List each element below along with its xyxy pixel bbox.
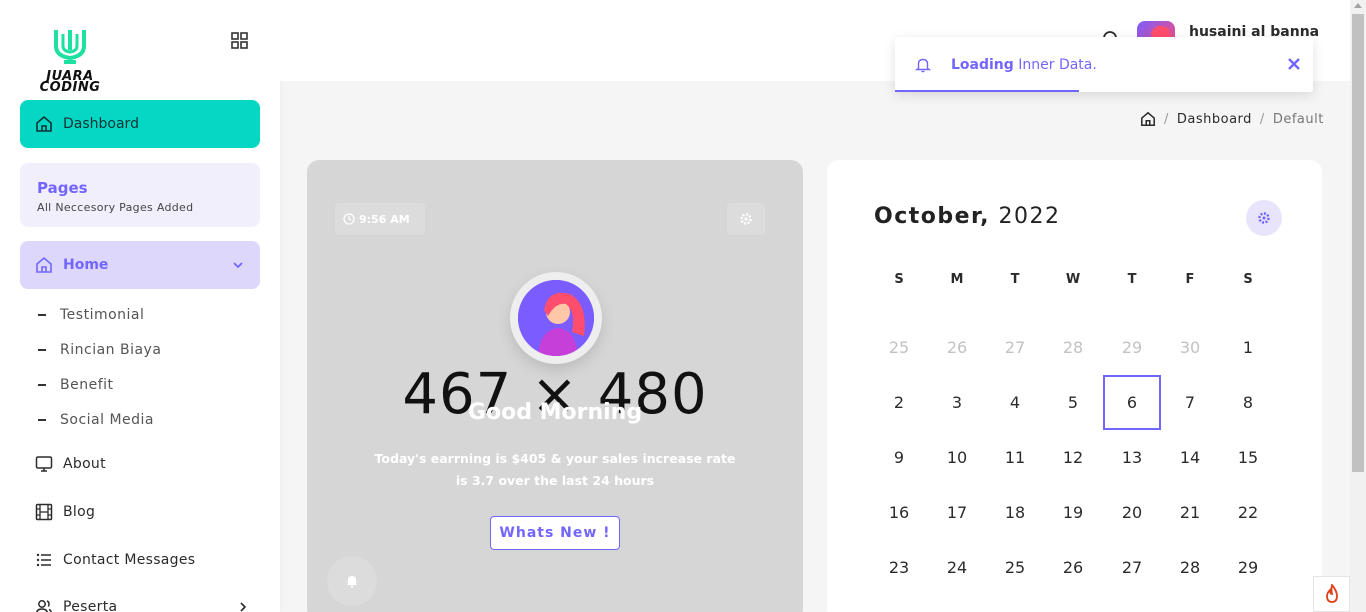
- film-icon: [35, 503, 53, 521]
- calendar-day[interactable]: 29: [1219, 540, 1277, 595]
- calendar-day[interactable]: 22: [1219, 485, 1277, 540]
- greeting-title: Good Morning: [467, 400, 643, 425]
- calendar-day[interactable]: 17: [928, 485, 986, 540]
- calendar-day[interactable]: 9: [870, 430, 928, 485]
- calendar-day[interactable]: 20: [1103, 485, 1161, 540]
- pages-section: Pages All Neccesory Pages Added: [20, 163, 260, 227]
- calendar-settings-button[interactable]: [1246, 200, 1282, 236]
- calendar-day[interactable]: 25: [986, 540, 1044, 595]
- calendar-title: October, 2022: [874, 204, 1061, 229]
- logo[interactable]: JUARA CODING: [34, 26, 114, 96]
- settings-button[interactable]: [727, 203, 765, 235]
- sidebar-item-about[interactable]: About: [35, 455, 106, 473]
- weekday-header: T: [1127, 272, 1137, 287]
- clock-icon: [343, 213, 355, 225]
- home-icon: [36, 256, 52, 273]
- sidebar-item-dashboard[interactable]: Dashboard: [20, 100, 260, 148]
- greeting-card: 9:56 AM 467 × 480 Good Morning Today's e…: [307, 160, 803, 612]
- calendar-day[interactable]: 16: [870, 485, 928, 540]
- pages-title: Pages: [37, 179, 88, 197]
- sidebar-subitem-benefit[interactable]: Benefit: [38, 377, 114, 393]
- sidebar-item-blog[interactable]: Blog: [35, 503, 95, 521]
- calendar-day[interactable]: 3: [928, 375, 986, 430]
- time-badge: 9:56 AM: [335, 203, 425, 235]
- calendar-day[interactable]: 2: [870, 375, 928, 430]
- calendar-day[interactable]: 8: [1219, 375, 1277, 430]
- sidebar-item-home[interactable]: Home: [20, 241, 260, 289]
- pages-subtitle: All Neccesory Pages Added: [37, 201, 194, 214]
- profile-avatar: [510, 272, 602, 364]
- calendar-day[interactable]: 26: [928, 320, 986, 375]
- calendar-day[interactable]: 10: [928, 430, 986, 485]
- chevron-right-icon: [240, 602, 247, 612]
- weekday-header: M: [950, 272, 964, 287]
- calendar-day[interactable]: 25: [870, 320, 928, 375]
- whats-new-button[interactable]: Whats New !: [490, 516, 620, 550]
- weekday-header: T: [1010, 272, 1020, 287]
- fire-button[interactable]: [1313, 576, 1350, 612]
- sidebar-item-contact-messages[interactable]: Contact Messages: [35, 551, 195, 569]
- gear-icon: [740, 213, 752, 225]
- list-icon: [36, 553, 51, 567]
- sidebar-subitem-social-media[interactable]: Social Media: [38, 412, 154, 428]
- calendar-day[interactable]: 27: [986, 320, 1044, 375]
- breadcrumb-item-dashboard[interactable]: Dashboard: [1177, 112, 1252, 127]
- calendar-day[interactable]: 14: [1161, 430, 1219, 485]
- bell-icon: [915, 58, 931, 73]
- weekday-header: S: [1243, 272, 1253, 287]
- toast-message: Loading Inner Data.: [951, 57, 1097, 73]
- notification-button[interactable]: [327, 556, 377, 606]
- calendar-day[interactable]: 4: [986, 375, 1044, 430]
- monitor-icon: [35, 456, 53, 472]
- calendar-day[interactable]: 24: [928, 540, 986, 595]
- calendar-day[interactable]: 21: [1161, 485, 1219, 540]
- calendar-day[interactable]: 11: [986, 430, 1044, 485]
- earning-text: Today's earrning is $405 & your sales in…: [374, 451, 736, 488]
- flame-icon: [1325, 584, 1338, 603]
- loading-toast: Loading Inner Data.: [895, 37, 1313, 92]
- weekday-header: W: [1065, 272, 1081, 287]
- logo-mark-icon: [54, 30, 86, 64]
- calendar-day[interactable]: 19: [1044, 485, 1102, 540]
- sidebar: JUARA CODING Dashboard Pages All Necceso…: [0, 0, 280, 612]
- calendar-day[interactable]: 5: [1044, 375, 1102, 430]
- home-icon[interactable]: [1140, 111, 1156, 127]
- calendar-day[interactable]: 30: [1161, 320, 1219, 375]
- calendar-day[interactable]: 13: [1103, 430, 1161, 485]
- calendar-day[interactable]: 23: [870, 540, 928, 595]
- close-icon[interactable]: [1287, 57, 1301, 71]
- sidebar-item-peserta[interactable]: Peserta: [35, 598, 247, 612]
- calendar-day[interactable]: 7: [1161, 375, 1219, 430]
- weekday-header: F: [1185, 272, 1195, 287]
- scrollbar[interactable]: [1350, 0, 1366, 612]
- sidebar-subitem-testimonial[interactable]: Testimonial: [38, 307, 144, 323]
- calendar-day[interactable]: 15: [1219, 430, 1277, 485]
- sidebar-item-label: Dashboard: [63, 116, 139, 132]
- scrollbar-thumb[interactable]: [1352, 14, 1364, 472]
- weekday-header: S: [894, 272, 904, 287]
- scroll-up-arrow-icon[interactable]: [1354, 3, 1362, 8]
- breadcrumb-item-default: Default: [1272, 111, 1324, 127]
- bell-icon: [347, 576, 357, 588]
- calendar-day[interactable]: 28: [1044, 320, 1102, 375]
- logo-text: JUARA CODING: [39, 69, 101, 95]
- users-icon: [36, 600, 53, 612]
- calendar-day[interactable]: 12: [1044, 430, 1102, 485]
- gear-icon: [1258, 212, 1270, 224]
- home-icon: [36, 115, 52, 132]
- sidebar-subitem-rincian-biaya[interactable]: Rincian Biaya: [38, 342, 161, 358]
- calendar-day[interactable]: 27: [1103, 540, 1161, 595]
- calendar-day[interactable]: 1: [1219, 320, 1277, 375]
- calendar-day[interactable]: 18: [986, 485, 1044, 540]
- sidebar-item-label: Home: [63, 257, 109, 273]
- breadcrumb: / Dashboard / Default: [1140, 111, 1324, 127]
- calendar-day[interactable]: 26: [1044, 540, 1102, 595]
- toast-progress-bar: [895, 90, 1079, 92]
- calendar-day-selected[interactable]: 6: [1103, 375, 1161, 430]
- grid-icon[interactable]: [230, 31, 250, 51]
- calendar-day[interactable]: 28: [1161, 540, 1219, 595]
- chevron-down-icon: [233, 262, 243, 269]
- calendar-card: October, 2022 S M T W T F S 25 26 27 28 29 30 1 2 3 4 5 6 7…: [827, 160, 1322, 612]
- calendar-day[interactable]: 29: [1103, 320, 1161, 375]
